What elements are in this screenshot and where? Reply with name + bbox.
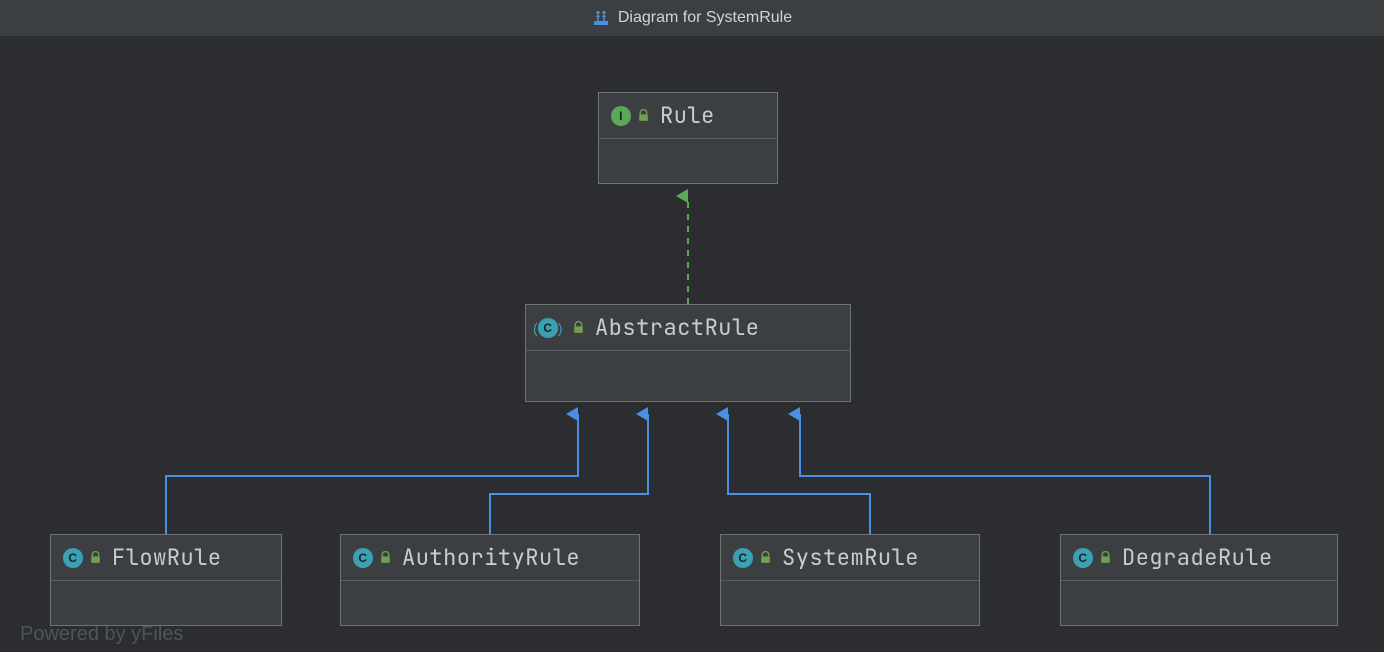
- class-node-systemrule[interactable]: C SystemRule: [720, 534, 980, 626]
- node-body: [599, 139, 777, 183]
- lock-icon: [89, 551, 102, 564]
- class-node-degraderule[interactable]: C DegradeRule: [1060, 534, 1338, 626]
- node-body: [526, 351, 850, 401]
- watermark: Powered by yFiles: [20, 623, 183, 646]
- node-header: C DegradeRule: [1061, 535, 1337, 581]
- lock-icon: [1099, 551, 1112, 564]
- node-name: DegradeRule: [1122, 543, 1273, 572]
- diagram-canvas[interactable]: I Rule ( C ) AbstractRule C: [0, 36, 1384, 652]
- lock-icon: [572, 321, 585, 334]
- lock-icon: [379, 551, 392, 564]
- class-icon: C: [353, 548, 373, 568]
- class-node-authorityrule[interactable]: C AuthorityRule: [340, 534, 640, 626]
- class-node-flowrule[interactable]: C FlowRule: [50, 534, 282, 626]
- node-body: [51, 581, 281, 625]
- node-header: C SystemRule: [721, 535, 979, 581]
- diagram-icon: [592, 9, 610, 27]
- title-text: Diagram for SystemRule: [618, 9, 792, 27]
- lock-icon: [759, 551, 772, 564]
- class-icon: C: [63, 548, 83, 568]
- node-header: C AuthorityRule: [341, 535, 639, 581]
- abstract-class-icon: ( C ): [538, 318, 558, 338]
- node-body: [341, 581, 639, 625]
- node-name: Rule: [660, 101, 715, 130]
- node-name: AbstractRule: [595, 313, 759, 342]
- node-header: I Rule: [599, 93, 777, 139]
- class-icon: C: [733, 548, 753, 568]
- node-body: [1061, 581, 1337, 625]
- node-name: FlowRule: [112, 543, 222, 572]
- lock-icon: [637, 109, 650, 122]
- class-icon: C: [1073, 548, 1093, 568]
- node-name: AuthorityRule: [402, 543, 580, 572]
- class-node-rule[interactable]: I Rule: [598, 92, 778, 184]
- class-node-abstractrule[interactable]: ( C ) AbstractRule: [525, 304, 851, 402]
- node-name: SystemRule: [782, 543, 919, 572]
- node-header: C FlowRule: [51, 535, 281, 581]
- title-bar: Diagram for SystemRule: [0, 0, 1384, 36]
- node-body: [721, 581, 979, 625]
- node-header: ( C ) AbstractRule: [526, 305, 850, 351]
- interface-icon: I: [611, 106, 631, 126]
